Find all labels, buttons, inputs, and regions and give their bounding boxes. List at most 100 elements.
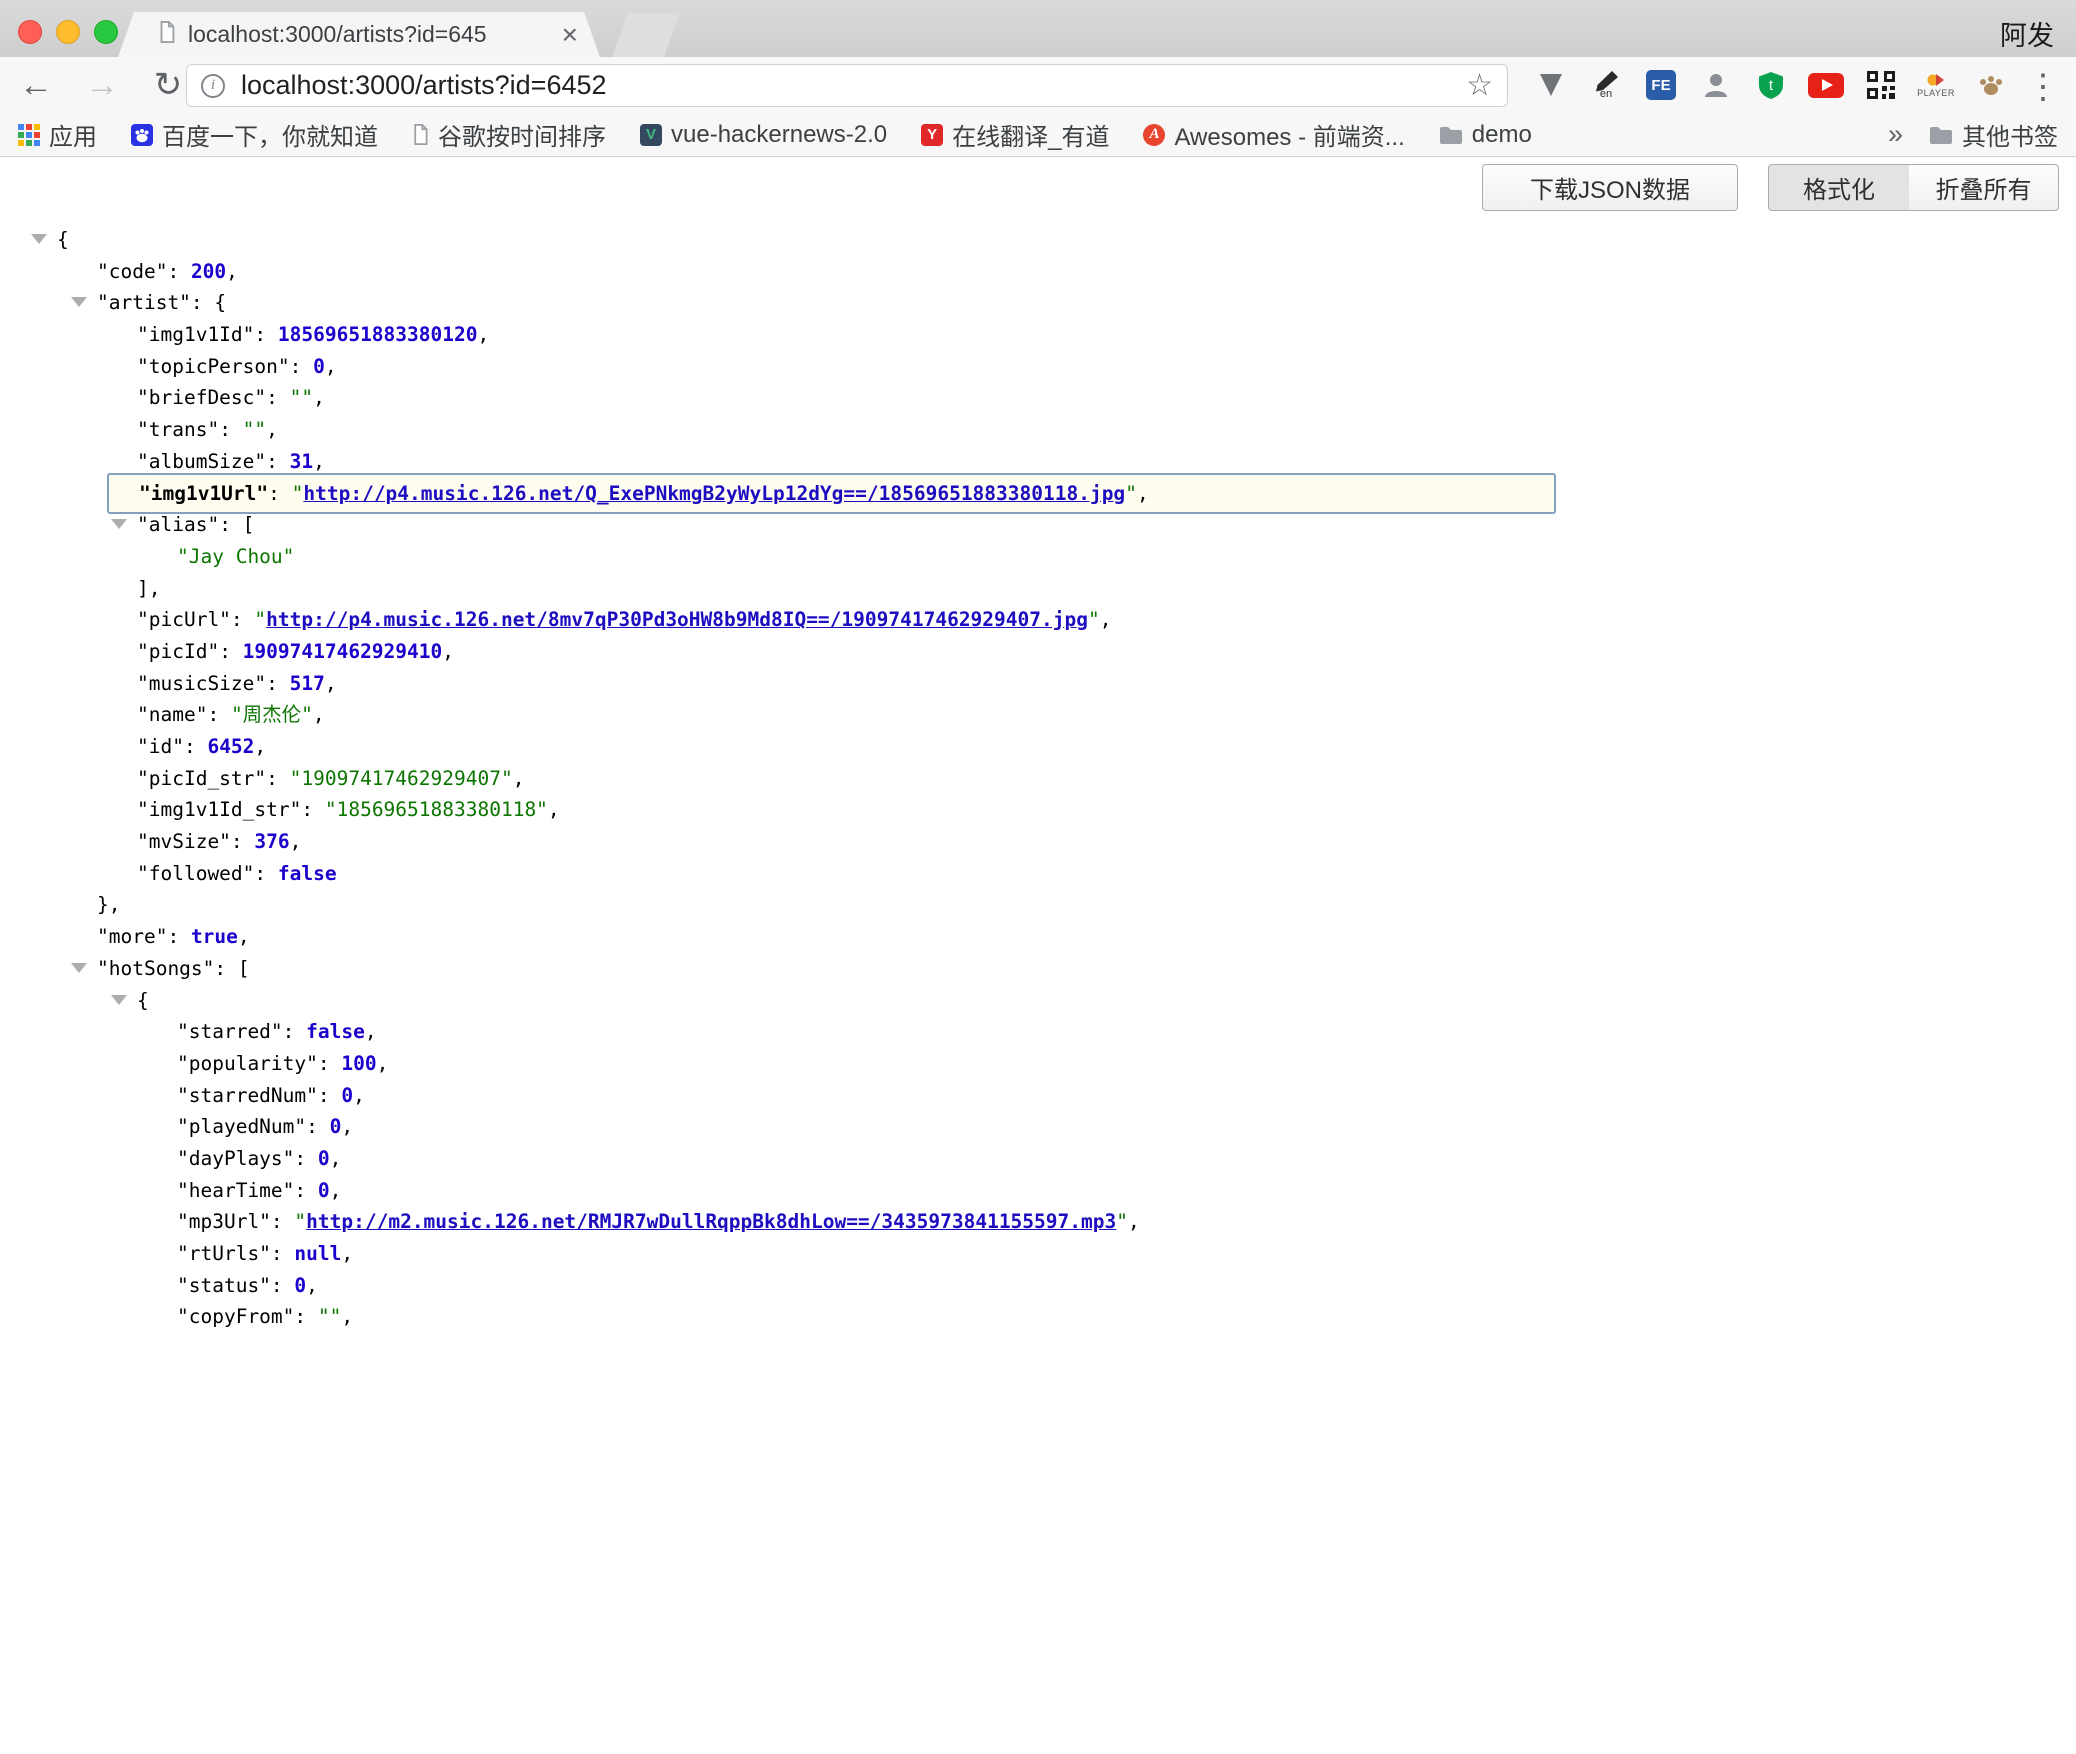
forward-icon[interactable]: → xyxy=(82,66,122,105)
json-token: : xyxy=(266,767,289,790)
json-token: , xyxy=(1137,482,1149,505)
json-url-link[interactable]: http://p4.music.126.net/Q_ExePNkmgB2yWyL… xyxy=(303,482,1125,505)
json-token: "starred" xyxy=(177,1020,283,1043)
json-token: , xyxy=(1128,1210,1140,1233)
reload-icon[interactable]: ↻ xyxy=(148,65,188,105)
json-token: , xyxy=(313,703,325,726)
json-token: " xyxy=(292,482,304,505)
bookmarks-overflow-icon[interactable]: » xyxy=(1888,119,1903,150)
json-line: "starredNum": 0, xyxy=(0,1080,2076,1112)
bookmark-apps[interactable]: 应用 xyxy=(18,117,97,152)
json-line: "artist": { xyxy=(0,287,2076,319)
json-token: , xyxy=(353,1084,365,1107)
json-token: , xyxy=(238,925,250,948)
json-token: 517 xyxy=(290,672,325,695)
format-button[interactable]: 格式化 xyxy=(1768,164,1910,211)
json-url-link[interactable]: http://p4.music.126.net/8mv7qP30Pd3oHW8b… xyxy=(266,608,1088,631)
selected-row-highlight: "img1v1Url": "http://p4.music.126.net/Q_… xyxy=(107,473,1556,515)
json-line: "more": true, xyxy=(0,921,2076,953)
url-text: localhost:3000/artists?id=6452 xyxy=(241,70,1466,101)
address-bar[interactable]: i localhost:3000/artists?id=6452 ☆ xyxy=(186,64,1508,107)
profile-name[interactable]: 阿发 xyxy=(2000,14,2054,53)
json-token: , xyxy=(330,1179,342,1202)
json-token: "mp3Url" xyxy=(177,1210,271,1233)
json-line: "id": 6452, xyxy=(0,731,2076,763)
back-icon[interactable]: ← xyxy=(16,66,56,105)
json-token: "briefDesc" xyxy=(137,386,266,409)
bookmark-demo-folder[interactable]: demo xyxy=(1439,121,1532,149)
json-token: : xyxy=(254,323,277,346)
site-info-icon[interactable]: i xyxy=(201,74,225,98)
json-token: : xyxy=(231,608,254,631)
qr-code-extension-icon[interactable] xyxy=(1862,70,1900,100)
collapse-triangle-icon[interactable] xyxy=(111,995,127,1005)
json-token: "topicPerson" xyxy=(137,355,290,378)
json-token: "picId_str" xyxy=(137,767,266,790)
new-tab-button[interactable] xyxy=(612,13,680,57)
bookmark-star-icon[interactable]: ☆ xyxy=(1466,68,1493,103)
json-token: "19097417462929407" xyxy=(290,767,513,790)
json-token: : xyxy=(271,1242,294,1265)
json-token: : [ xyxy=(219,513,254,536)
json-token: : xyxy=(254,862,277,885)
collapse-triangle-icon[interactable] xyxy=(31,234,47,244)
tab-close-icon[interactable]: × xyxy=(562,21,578,49)
json-token: , xyxy=(442,640,454,663)
json-viewer-page: 下载JSON数据 格式化 折叠所有 {"code": 200,"artist":… xyxy=(0,158,2076,1754)
json-token: 0 xyxy=(313,355,325,378)
json-url-link[interactable]: http://m2.music.126.net/RMJR7wDullRqppBk… xyxy=(306,1210,1116,1233)
json-token: : xyxy=(290,355,313,378)
bookmarks-bar: 应用 百度一下，你就知道 谷歌按时间排序 V vue-hackernews-2.… xyxy=(0,113,2076,156)
json-token: "more" xyxy=(97,925,167,948)
collapse-all-button[interactable]: 折叠所有 xyxy=(1909,164,2059,211)
json-token: "18569651883380118" xyxy=(325,798,548,821)
translate-pen-extension-icon[interactable]: en xyxy=(1587,70,1625,100)
fe-extension-icon[interactable]: FE xyxy=(1642,70,1680,100)
other-bookmarks-folder[interactable]: 其他书签 xyxy=(1929,117,2058,152)
json-tree: {"code": 200,"artist": {"img1v1Id": 1856… xyxy=(0,224,2076,1333)
bookmark-vue-hackernews[interactable]: V vue-hackernews-2.0 xyxy=(640,121,887,149)
fullscreen-window-button[interactable] xyxy=(94,20,118,44)
browser-menu-icon[interactable]: ⋮ xyxy=(2026,67,2060,107)
json-token: , xyxy=(341,1242,353,1265)
pennant-extension-icon[interactable] xyxy=(1532,74,1570,96)
json-token: , xyxy=(325,672,337,695)
bookmark-baidu[interactable]: 百度一下，你就知道 xyxy=(131,117,378,152)
json-line: "picId": 19097417462929410, xyxy=(0,636,2076,668)
json-token: "albumSize" xyxy=(137,450,266,473)
json-token: : xyxy=(231,830,254,853)
youtube-extension-icon[interactable] xyxy=(1807,73,1845,98)
json-token: "code" xyxy=(97,260,167,283)
paw-extension-icon[interactable] xyxy=(1972,70,2010,100)
download-json-button[interactable]: 下载JSON数据 xyxy=(1482,164,1738,211)
person-extension-icon[interactable] xyxy=(1697,70,1735,100)
player-extension-icon[interactable]: PLAYER xyxy=(1917,72,1955,98)
json-token: : xyxy=(266,386,289,409)
green-shield-extension-icon[interactable]: t xyxy=(1752,70,1790,100)
json-token: , xyxy=(377,1052,389,1075)
json-token: , xyxy=(313,450,325,473)
json-token: "followed" xyxy=(137,862,254,885)
json-token: , xyxy=(330,1147,342,1170)
collapse-triangle-icon[interactable] xyxy=(111,519,127,529)
json-token: "picUrl" xyxy=(137,608,231,631)
json-token: : xyxy=(184,735,207,758)
collapse-triangle-icon[interactable] xyxy=(71,297,87,307)
bookmark-awesomes[interactable]: A Awesomes - 前端资... xyxy=(1143,117,1404,152)
bookmark-youdao[interactable]: Y 在线翻译_有道 xyxy=(921,117,1109,152)
minimize-window-button[interactable] xyxy=(56,20,80,44)
vue-icon: V xyxy=(640,124,662,146)
json-token: { xyxy=(57,228,69,251)
json-line: { xyxy=(0,985,2076,1017)
json-token: : xyxy=(268,482,291,505)
json-token: , xyxy=(365,1020,377,1043)
json-token: "img1v1Url" xyxy=(139,482,268,505)
browser-tab[interactable]: localhost:3000/artists?id=645 × xyxy=(118,12,600,57)
json-token: "img1v1Id_str" xyxy=(137,798,301,821)
collapse-triangle-icon[interactable] xyxy=(71,963,87,973)
json-token: , xyxy=(513,767,525,790)
close-window-button[interactable] xyxy=(18,20,42,44)
bookmark-google-sort[interactable]: 谷歌按时间排序 xyxy=(412,117,606,152)
window-controls xyxy=(18,20,118,44)
json-line: "Jay Chou" xyxy=(0,541,2076,573)
